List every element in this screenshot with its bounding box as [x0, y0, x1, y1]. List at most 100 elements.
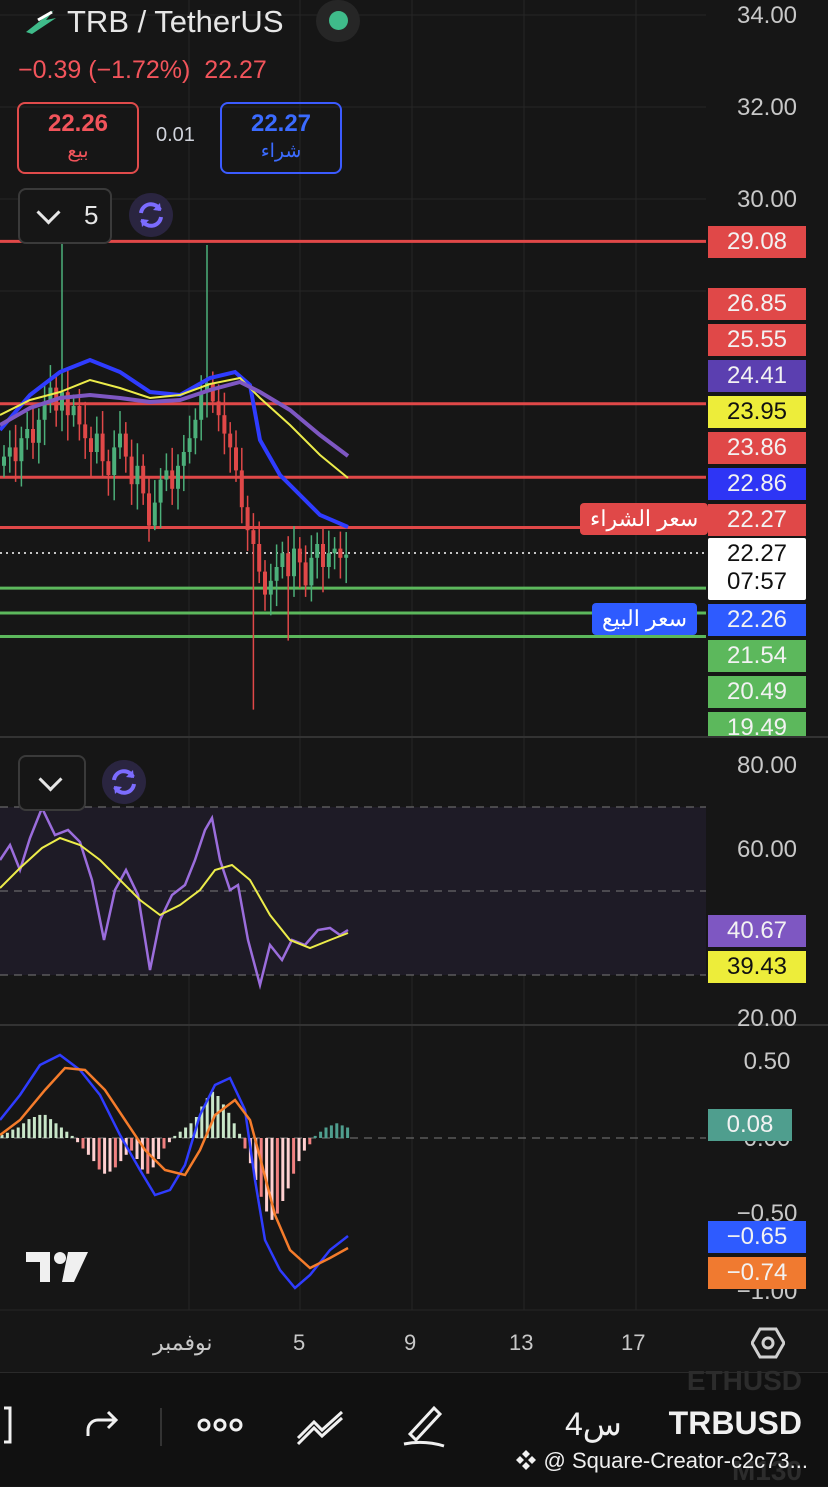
status-dot-icon — [316, 0, 360, 42]
indicator-collapse-button[interactable]: 5 — [18, 188, 112, 244]
refresh-icon[interactable] — [102, 760, 146, 804]
candle-body — [152, 502, 157, 526]
candle-body — [170, 470, 175, 489]
candle-body — [297, 548, 302, 563]
symbol-title[interactable]: TRB / TetherUS — [67, 4, 284, 40]
candle-body — [13, 447, 18, 462]
x-axis-label: 5 — [293, 1330, 306, 1355]
candle-body — [147, 493, 151, 526]
macd-axis-label: 0.50 — [743, 1048, 791, 1075]
candle-body — [176, 465, 180, 489]
candle-body — [7, 447, 12, 457]
candle-body — [129, 456, 134, 485]
candle-body — [239, 470, 244, 508]
candle-body — [89, 438, 93, 452]
sell-price-line-label[interactable]: سعر البيع — [592, 603, 698, 635]
rsi-axis-label: 20.00 — [736, 1005, 798, 1027]
macd-line-tag: −0.65 — [708, 1221, 806, 1253]
candle-body — [118, 433, 122, 448]
x-axis-label: 17 — [621, 1330, 646, 1355]
price-axis-label: 32.00 — [736, 94, 798, 121]
buy-price-line-label[interactable]: سعر الشراء — [580, 503, 709, 535]
candle-body — [2, 456, 6, 466]
price-tag: 20.49 — [708, 676, 806, 708]
rsi-collapse-button[interactable] — [18, 755, 86, 811]
indicator-count: 5 — [84, 200, 99, 230]
sell-button[interactable]: 22.26 بيع — [17, 102, 139, 174]
candle-body — [292, 548, 296, 577]
macd-hist-tag: 0.08 — [708, 1109, 792, 1141]
x-axis-label: نوفمبر — [153, 1330, 213, 1355]
current-price-tag: 22.27 07:57 — [708, 538, 806, 600]
candle-body — [257, 544, 262, 572]
buy-price: 22.27 — [250, 110, 312, 137]
timeframe-button[interactable]: 4س — [565, 1405, 622, 1443]
candle-body — [141, 465, 146, 494]
current-price: 22.27 — [726, 540, 788, 567]
candle-body — [83, 424, 88, 439]
price-tag: 23.86 — [708, 432, 806, 464]
brush-icon[interactable] — [398, 1400, 448, 1450]
sell-label: بيع — [67, 141, 89, 162]
price-tag: 24.41 — [708, 360, 806, 392]
candle-body — [309, 557, 314, 586]
price-tag: 19.49 — [708, 712, 806, 736]
candle-body — [77, 406, 82, 425]
candle-body — [181, 452, 186, 466]
rsi-axis-label: 80.00 — [736, 752, 798, 779]
refresh-icon[interactable] — [129, 193, 173, 237]
candle-body — [274, 567, 279, 581]
candle-body — [222, 415, 227, 434]
candle-body — [31, 429, 35, 443]
tradingview-logo-icon — [26, 1252, 88, 1282]
price-change: −0.39 (−1.72%) 22.27 — [18, 56, 267, 84]
candle-body — [280, 553, 285, 567]
candle-body — [106, 461, 111, 475]
candle-body — [71, 406, 76, 416]
buy-button[interactable]: 22.27 شراء — [220, 102, 342, 174]
chevron-down-icon — [36, 200, 61, 225]
candle-body — [210, 383, 215, 402]
price-tag: 22.86 — [708, 468, 806, 500]
drawing-tools-icon[interactable] — [296, 1400, 346, 1450]
candle-body — [216, 401, 221, 416]
settings-hexagon-icon[interactable] — [751, 1326, 785, 1360]
more-icon[interactable] — [195, 1400, 245, 1450]
candle-body — [199, 392, 204, 420]
candle-body — [344, 554, 349, 558]
sell-price: 22.26 — [47, 110, 109, 137]
candle-body — [25, 429, 30, 439]
price-tag: 23.95 — [708, 396, 806, 428]
signal-line — [0, 1066, 349, 1270]
candle-body — [158, 479, 163, 503]
candle-body — [112, 447, 117, 475]
price-tag: 25.55 — [708, 324, 806, 356]
rsi-ma-tag: 39.43 — [708, 951, 806, 983]
candle-body — [123, 433, 128, 457]
buy-label: شراء — [260, 141, 302, 162]
candle-body — [164, 470, 169, 480]
ticker-button[interactable]: TRBUSD — [669, 1405, 802, 1442]
candle-body — [315, 544, 320, 558]
price-axis-label: 30.00 — [736, 186, 798, 213]
chart-canvas[interactable] — [0, 0, 828, 1372]
bar-countdown: 07:57 — [726, 568, 788, 595]
redo-icon[interactable] — [78, 1400, 128, 1450]
fullscreen-icon[interactable] — [0, 1400, 40, 1450]
price-tag: 26.85 — [708, 288, 806, 320]
candle-body — [228, 433, 233, 448]
ema-fast-line — [0, 357, 349, 529]
price-tag: 22.27 — [708, 504, 806, 536]
price-tag: 29.08 — [708, 226, 806, 258]
signal-line-tag: −0.74 — [708, 1257, 806, 1289]
candle-body — [135, 465, 140, 485]
binance-logo-icon — [516, 1450, 537, 1470]
candle-body — [286, 553, 291, 577]
price-axis-label: 34.00 — [736, 2, 798, 29]
candle-body — [187, 438, 192, 452]
candle-body — [303, 562, 308, 586]
candle-body — [251, 530, 256, 544]
watermark-top: ETHUSD — [686, 1365, 802, 1396]
candle-body — [263, 571, 267, 595]
candle-body — [193, 419, 198, 439]
